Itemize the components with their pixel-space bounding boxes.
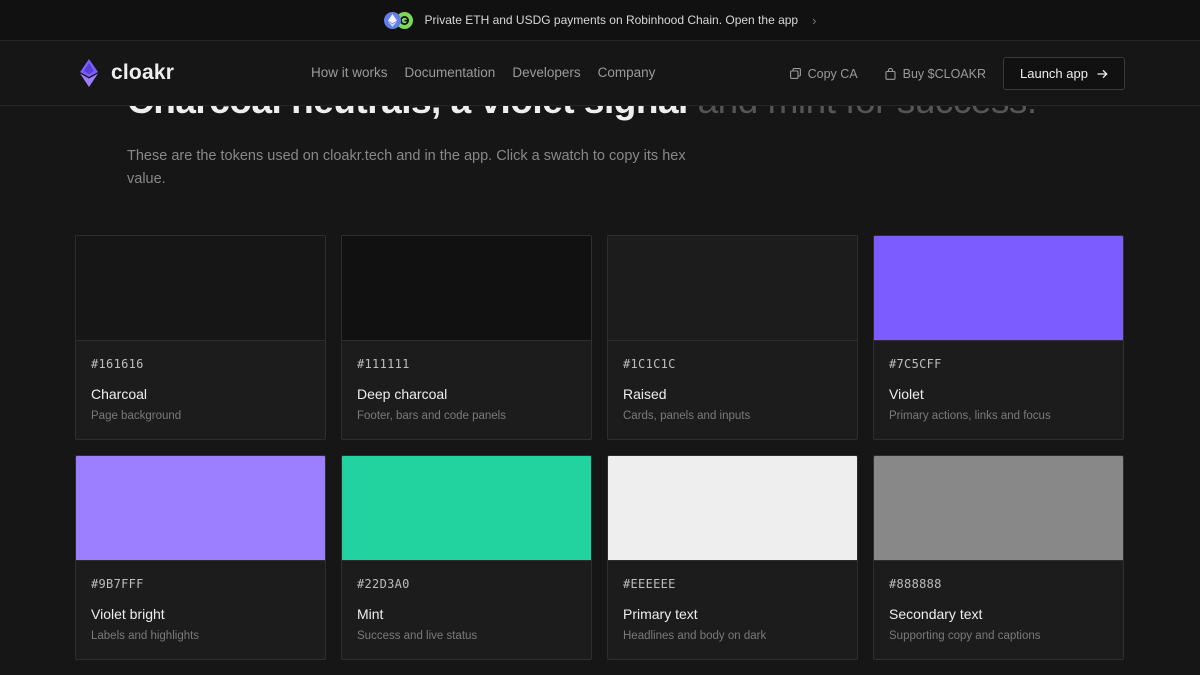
swatch-preview[interactable]: [342, 236, 591, 341]
swatch-hex: #1C1C1C: [623, 357, 676, 371]
swatch-description: Page background: [91, 410, 182, 422]
logo[interactable]: cloakr: [78, 59, 174, 87]
swatch-card-charcoal[interactable]: #161616 Charcoal Page background: [75, 235, 326, 440]
swatch-info: #1C1C1C Raised Cards, panels and inputs: [608, 341, 857, 422]
swatch-card-violet-bright[interactable]: #9B7FFF Violet bright Labels and highlig…: [75, 455, 326, 660]
swatch-card-primary-text[interactable]: #EEEEEE Primary text Headlines and body …: [607, 455, 858, 660]
logo-text: cloakr: [111, 61, 175, 84]
swatch-preview[interactable]: [608, 236, 857, 341]
arrow-right-icon: [1097, 69, 1108, 78]
swatch-card-mint[interactable]: #22D3A0 Mint Success and live status: [341, 455, 592, 660]
site-header: cloakr How it works Documentation Develo…: [0, 41, 1200, 106]
swatch-description: Success and live status: [357, 630, 478, 642]
swatch-hex: #22D3A0: [357, 577, 410, 591]
ethereum-coin-icon: [383, 11, 401, 29]
swatch-grid: #161616 Charcoal Page background #111111…: [75, 235, 1124, 660]
swatch-hex: #EEEEEE: [623, 577, 676, 591]
swatch-name: Secondary text: [889, 606, 983, 622]
swatch-info: #22D3A0 Mint Success and live status: [342, 561, 591, 642]
swatch-name: Primary text: [623, 606, 698, 622]
swatch-info: #888888 Secondary text Supporting copy a…: [874, 561, 1123, 642]
shopping-bag-icon: [885, 67, 896, 80]
buy-token-label: Buy $CLOAKR: [902, 66, 986, 81]
nav-company[interactable]: Company: [598, 65, 656, 80]
chevron-right-icon: ›: [812, 12, 817, 28]
buy-token-button[interactable]: Buy $CLOAKR: [885, 67, 986, 81]
nav-how-it-works[interactable]: How it works: [311, 65, 388, 80]
swatch-preview[interactable]: [76, 456, 325, 561]
swatch-preview[interactable]: [874, 456, 1123, 561]
swatch-preview[interactable]: [874, 236, 1123, 341]
announcement-text[interactable]: Private ETH and USDG payments on Robinho…: [425, 13, 799, 27]
swatch-hex: #888888: [889, 577, 942, 591]
swatch-description: Labels and highlights: [91, 630, 200, 642]
main-nav: How it works Documentation Developers Co…: [311, 65, 655, 80]
swatch-hex: #111111: [357, 357, 410, 371]
swatch-name: Deep charcoal: [357, 386, 448, 402]
header-actions: Copy CA Buy $CLOAKR Launch app: [789, 57, 1125, 90]
launch-app-label: Launch app: [1020, 66, 1088, 81]
swatch-description: Primary actions, links and focus: [889, 410, 1051, 422]
swatch-name: Violet bright: [91, 606, 165, 622]
swatch-card-raised[interactable]: #1C1C1C Raised Cards, panels and inputs: [607, 235, 858, 440]
swatch-preview[interactable]: [342, 456, 591, 561]
swatch-hex: #161616: [91, 357, 144, 371]
swatch-preview[interactable]: [608, 456, 857, 561]
swatch-description: Cards, panels and inputs: [623, 410, 751, 422]
swatch-card-secondary-text[interactable]: #888888 Secondary text Supporting copy a…: [873, 455, 1124, 660]
swatch-card-deep-charcoal[interactable]: #111111 Deep charcoal Footer, bars and c…: [341, 235, 592, 440]
swatch-description: Supporting copy and captions: [889, 630, 1041, 642]
swatch-info: #161616 Charcoal Page background: [76, 341, 325, 422]
copy-icon: [789, 68, 801, 79]
nav-developers[interactable]: Developers: [512, 65, 580, 80]
announcement-bar[interactable]: Private ETH and USDG payments on Robinho…: [0, 0, 1200, 41]
swatch-hex: #9B7FFF: [91, 577, 144, 591]
coin-pair: [383, 11, 413, 29]
launch-app-button[interactable]: Launch app: [1003, 57, 1125, 90]
swatch-name: Violet: [889, 386, 924, 402]
copy-ca-label: Copy CA: [807, 66, 858, 81]
swatch-name: Mint: [357, 606, 384, 622]
swatch-info: #9B7FFF Violet bright Labels and highlig…: [76, 561, 325, 642]
nav-documentation[interactable]: Documentation: [405, 65, 496, 80]
swatch-info: #7C5CFF Violet Primary actions, links an…: [874, 341, 1123, 422]
page-subtitle: These are the tokens used on cloakr.tech…: [127, 148, 686, 187]
swatch-card-violet[interactable]: #7C5CFF Violet Primary actions, links an…: [873, 235, 1124, 440]
swatch-name: Charcoal: [91, 386, 148, 402]
swatch-description: Headlines and body on dark: [623, 630, 767, 642]
swatch-info: #111111 Deep charcoal Footer, bars and c…: [342, 341, 591, 422]
swatch-name: Raised: [623, 386, 667, 402]
cloakr-logo-icon: [80, 59, 98, 87]
swatch-hex: #7C5CFF: [889, 357, 942, 371]
swatch-preview[interactable]: [76, 236, 325, 341]
copy-ca-button[interactable]: Copy CA: [789, 66, 858, 81]
swatch-description: Footer, bars and code panels: [357, 410, 506, 422]
swatch-info: #EEEEEE Primary text Headlines and body …: [608, 561, 857, 642]
